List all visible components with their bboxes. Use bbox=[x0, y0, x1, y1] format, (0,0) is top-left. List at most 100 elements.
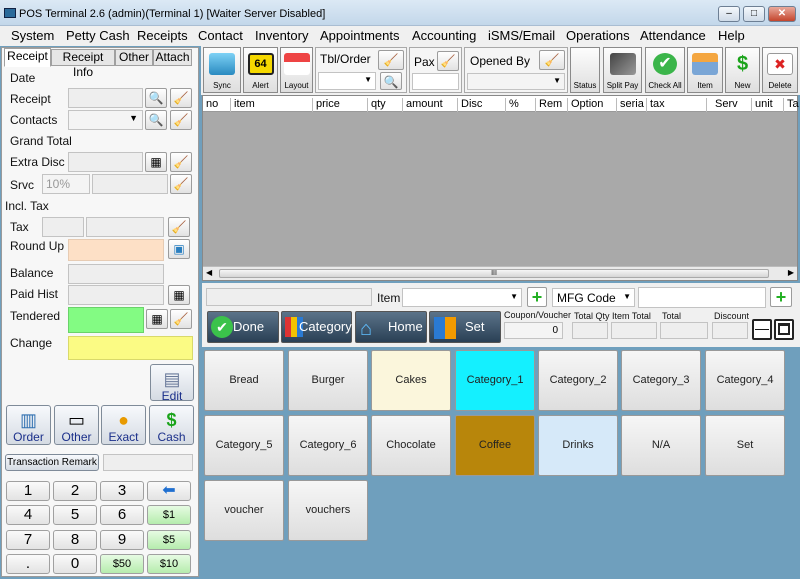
contacts-select[interactable]: ▼ bbox=[68, 110, 143, 130]
key-5[interactable]: 5 bbox=[53, 505, 97, 525]
key-4[interactable]: 4 bbox=[6, 505, 50, 525]
category-tile-cakes[interactable]: Cakes bbox=[371, 350, 451, 411]
srvc-amount-field[interactable] bbox=[92, 174, 168, 194]
calculator-button[interactable]: ▦ bbox=[145, 152, 167, 172]
tbl-order-select[interactable]: ▼ bbox=[318, 72, 376, 90]
backspace-key[interactable]: ⬅ bbox=[147, 481, 191, 501]
receipt-clear-button[interactable]: 🧹 bbox=[170, 88, 192, 108]
extra-disc-clear-button[interactable]: 🧹 bbox=[170, 152, 192, 172]
category-tile-category-4[interactable]: Category_4 bbox=[705, 350, 785, 411]
other-payment-button[interactable]: ▭ Other bbox=[54, 405, 99, 445]
tendered-calculator-button[interactable]: ▦ bbox=[146, 309, 168, 329]
col-disc[interactable]: Disc bbox=[458, 98, 506, 112]
round-up-button[interactable]: ▣ bbox=[168, 239, 190, 259]
category-tile-category-3[interactable]: Category_3 bbox=[621, 350, 701, 411]
col-ta[interactable]: Ta bbox=[784, 98, 799, 112]
menu-inventory[interactable]: Inventory bbox=[255, 28, 308, 43]
mfg-code-select[interactable]: MFG Code ▼ bbox=[552, 288, 635, 307]
category-tile-coffee[interactable]: Coffee bbox=[455, 415, 535, 476]
col-option[interactable]: Option bbox=[568, 98, 617, 112]
new-button[interactable]: $ New bbox=[725, 47, 760, 93]
maximize-button[interactable]: □ bbox=[743, 6, 765, 22]
check-all-button[interactable]: ✔ Check All bbox=[645, 47, 685, 93]
key-0[interactable]: 0 bbox=[53, 554, 97, 574]
srvc-percent-field[interactable]: 10% bbox=[42, 174, 90, 194]
key-1[interactable]: 1 bbox=[6, 481, 50, 501]
key-9[interactable]: 9 bbox=[100, 530, 144, 550]
category-tile-chocolate[interactable]: Chocolate bbox=[371, 415, 451, 476]
tax-percent-field[interactable] bbox=[42, 217, 84, 237]
opened-by-clear-button[interactable]: 🧹 bbox=[539, 50, 565, 70]
key-dot[interactable]: . bbox=[6, 554, 50, 574]
col-item[interactable]: item bbox=[231, 98, 313, 112]
order-grid[interactable]: no item price qty amount Disc % Rem Opti… bbox=[202, 95, 799, 281]
tab-other[interactable]: Other bbox=[115, 49, 153, 66]
opened-by-select[interactable]: ▼ bbox=[467, 73, 565, 90]
menu-appointments[interactable]: Appointments bbox=[320, 28, 400, 43]
receipt-search-button[interactable]: 🔍 bbox=[145, 88, 167, 108]
tbl-order-search-button[interactable]: 🔍 bbox=[380, 72, 402, 90]
category-tile-burger[interactable]: Burger bbox=[288, 350, 368, 411]
menu-isms-email[interactable]: iSMS/Email bbox=[488, 28, 555, 43]
col-amount[interactable]: amount bbox=[403, 98, 458, 112]
sync-button[interactable]: Sync bbox=[203, 47, 241, 93]
tab-attach[interactable]: Attach bbox=[153, 49, 192, 66]
quick-cash-5[interactable]: $5 bbox=[147, 530, 191, 550]
col-serv[interactable]: Serv bbox=[712, 98, 752, 112]
add-mfg-button[interactable]: + bbox=[770, 287, 792, 307]
item-select[interactable]: ▼ bbox=[402, 288, 522, 307]
menu-system[interactable]: System bbox=[11, 28, 54, 43]
tendered-field[interactable] bbox=[68, 307, 144, 333]
col-no[interactable]: no bbox=[203, 98, 231, 112]
col-rem[interactable]: Rem bbox=[536, 98, 568, 112]
category-tile-bread[interactable]: Bread bbox=[204, 350, 284, 411]
category-button[interactable]: Category bbox=[281, 311, 352, 343]
collapse-button[interactable]: — bbox=[752, 319, 772, 340]
scroll-thumb[interactable]: III bbox=[219, 269, 769, 278]
extra-disc-field[interactable] bbox=[68, 152, 143, 172]
barcode-field[interactable] bbox=[206, 288, 372, 306]
tab-receipt-info[interactable]: Receipt Info bbox=[51, 49, 115, 79]
srvc-clear-button[interactable]: 🧹 bbox=[170, 174, 192, 194]
menu-contact[interactable]: Contact bbox=[198, 28, 243, 43]
tax-amount-field[interactable] bbox=[86, 217, 164, 237]
mfg-code-field[interactable] bbox=[638, 287, 766, 308]
delete-button[interactable]: ✖ Delete bbox=[762, 47, 798, 93]
menu-petty-cash[interactable]: Petty Cash bbox=[66, 28, 130, 43]
menu-accounting[interactable]: Accounting bbox=[412, 28, 476, 43]
quick-cash-50[interactable]: $50 bbox=[100, 554, 144, 574]
edit-button[interactable]: ▤ Edit bbox=[150, 364, 194, 403]
pax-clear-button[interactable]: 🧹 bbox=[437, 51, 459, 71]
tax-clear-button[interactable]: 🧹 bbox=[168, 217, 190, 237]
close-button[interactable]: ✕ bbox=[768, 6, 796, 22]
key-2[interactable]: 2 bbox=[53, 481, 97, 501]
exact-button[interactable]: ● Exact bbox=[101, 405, 146, 445]
transaction-remark-field[interactable] bbox=[103, 454, 193, 471]
key-3[interactable]: 3 bbox=[100, 481, 144, 501]
col-qty[interactable]: qty bbox=[368, 98, 403, 112]
cash-button[interactable]: $ Cash bbox=[149, 405, 194, 445]
minimize-button[interactable]: – bbox=[718, 6, 740, 22]
col-unit[interactable]: unit bbox=[752, 98, 784, 112]
transaction-remark-button[interactable]: Transaction Remark bbox=[5, 454, 99, 471]
set-button[interactable]: Set bbox=[429, 311, 501, 343]
category-tile-drinks[interactable]: Drinks bbox=[538, 415, 618, 476]
alert-button[interactable]: 64 Alert bbox=[243, 47, 278, 93]
done-button[interactable]: ✔ Done bbox=[207, 311, 279, 343]
home-button[interactable]: ⌂ Home bbox=[355, 311, 427, 343]
col-tax[interactable]: tax bbox=[647, 98, 707, 112]
tbl-order-clear-button[interactable]: 🧹 bbox=[378, 50, 404, 70]
col-price[interactable]: price bbox=[313, 98, 368, 112]
category-tile-voucher[interactable]: voucher bbox=[204, 480, 284, 541]
receipt-field[interactable] bbox=[68, 88, 143, 108]
contacts-clear-button[interactable]: 🧹 bbox=[170, 110, 192, 130]
category-tile-vouchers[interactable]: vouchers bbox=[288, 480, 368, 541]
category-tile-n-a[interactable]: N/A bbox=[621, 415, 701, 476]
tab-receipt[interactable]: Receipt bbox=[4, 48, 51, 67]
menu-attendance[interactable]: Attendance bbox=[640, 28, 706, 43]
pax-field[interactable] bbox=[412, 73, 459, 90]
category-tile-category-1[interactable]: Category_1 bbox=[455, 350, 535, 411]
scroll-right-icon[interactable]: ▶ bbox=[788, 268, 794, 277]
menu-operations[interactable]: Operations bbox=[566, 28, 630, 43]
paid-hist-button[interactable]: ▦ bbox=[168, 285, 190, 305]
